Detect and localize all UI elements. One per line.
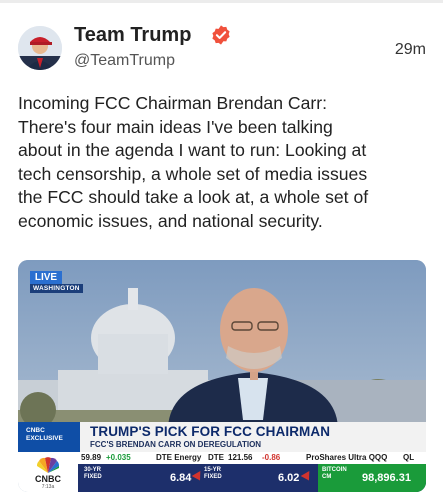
exclusive-label: EXCLUSIVE — [26, 435, 63, 442]
rate-label-15yr: 15-YR FIXED — [204, 467, 222, 480]
ticker-symbol-2: DTE — [208, 453, 224, 462]
subheadline: FCC'S BRENDAN CARR ON DEREGULATION — [90, 440, 262, 449]
top-divider — [0, 0, 443, 3]
stock-ticker: 59.89 +0.035 DTE Energy DTE 121.56 -0.86… — [18, 452, 426, 464]
bitcoin-box: BITCOIN CM 98,896.31 — [318, 464, 426, 492]
rates-bar: 30-YR FIXED 6.84 15-YR FIXED 6.02 BITCOI… — [78, 464, 426, 492]
tv-lower-third: CNBC EXCLUSIVE TRUMP'S PICK FOR FCC CHAI… — [18, 422, 426, 492]
live-location: WASHINGTON — [30, 284, 83, 293]
avatar[interactable] — [18, 26, 62, 70]
ticker-change-1: +0.035 — [106, 453, 131, 462]
video-thumbnail[interactable]: LIVE WASHINGTON CNBC EXCLUSIVE TRUMP'S P… — [18, 260, 426, 492]
verified-badge-icon — [212, 25, 230, 45]
post-text: Incoming FCC Chairman Brendan Carr: Ther… — [18, 93, 369, 231]
rate-label-30yr: 30-YR FIXED — [84, 467, 102, 480]
ticker-value-1: 59.89 — [81, 453, 102, 462]
avatar-image — [18, 26, 62, 70]
down-arrow-icon — [191, 471, 205, 483]
ticker-name-3: ProShares Ultra QQQ — [306, 453, 388, 462]
exclusive-tag: CNBC EXCLUSIVE — [18, 422, 80, 452]
display-name[interactable]: Team Trump — [74, 24, 191, 47]
rate-value-30yr: 6.84 — [170, 472, 192, 484]
ticker-change-2: -0.86 — [262, 453, 281, 462]
down-arrow-icon — [300, 471, 314, 483]
live-badge: LIVE — [30, 271, 62, 284]
network-time: 7:13a — [41, 484, 55, 490]
network-logo: CNBC 7:13a — [18, 452, 78, 492]
ticker-value-2: 121.56 — [228, 453, 253, 462]
user-handle[interactable]: @TeamTrump — [74, 52, 175, 70]
exclusive-label-network: CNBC — [26, 427, 45, 434]
ticker-symbol-3: QL — [403, 453, 415, 462]
headline: TRUMP'S PICK FOR FCC CHAIRMAN — [90, 424, 331, 439]
peacock-icon — [36, 457, 60, 473]
bitcoin-label: BITCOIN CM — [322, 467, 347, 480]
network-name: CNBC — [35, 474, 61, 484]
rate-value-15yr: 6.02 — [278, 472, 300, 484]
post-header: Team Trump @TeamTrump 29m — [18, 22, 428, 78]
headline-box: TRUMP'S PICK FOR FCC CHAIRMAN FCC'S BREN… — [80, 422, 426, 452]
post-timestamp[interactable]: 29m — [395, 41, 426, 59]
bitcoin-value: 98,896.31 — [362, 472, 411, 484]
ticker-name-2: DTE Energy — [156, 453, 202, 462]
